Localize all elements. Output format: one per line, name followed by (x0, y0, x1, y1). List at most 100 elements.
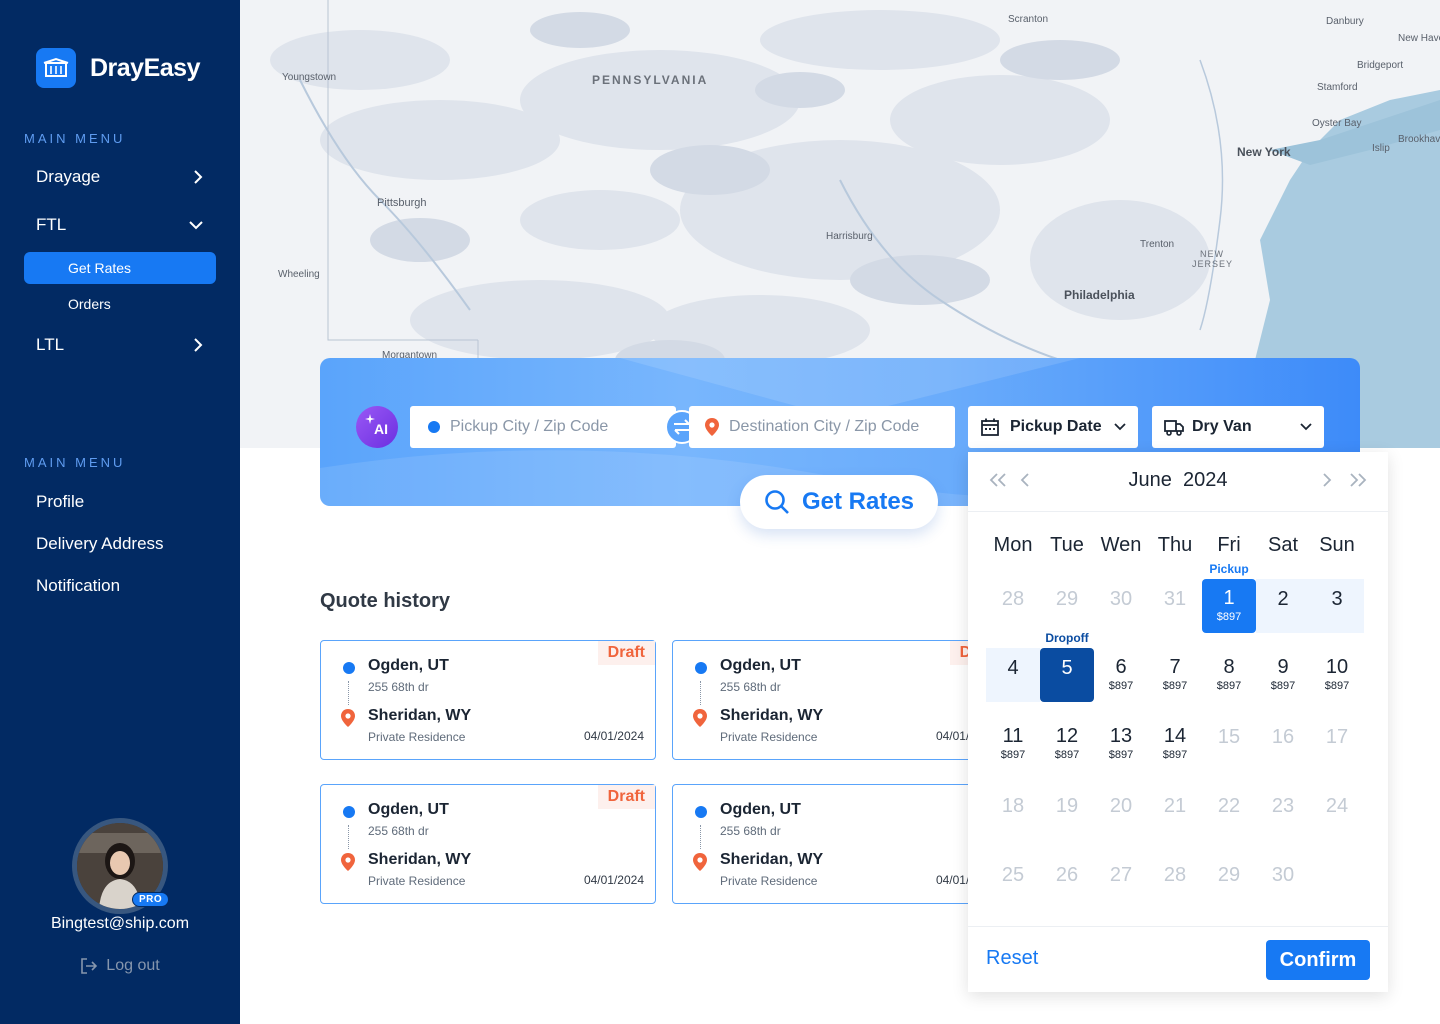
calendar-icon (981, 418, 999, 436)
origin-address: 255 68th dr (720, 824, 781, 838)
map-label-danbury: Danbury (1326, 16, 1364, 27)
origin-address: 255 68th dr (368, 824, 429, 838)
calendar-day: 16 (1256, 717, 1310, 771)
map-label-philadelphia: Philadelphia (1064, 288, 1135, 302)
calendar-day[interactable]: 6 $897 (1094, 648, 1148, 702)
quote-card[interactable]: Ogden, UT 255 68th dr Sheridan, WY Priva… (320, 640, 656, 760)
day-price: $897 (1162, 749, 1188, 761)
day-number: 9 (1277, 656, 1289, 678)
day-number: 28 (1163, 864, 1187, 886)
calendar-day[interactable]: 12 $897 (1040, 717, 1094, 771)
origin-city: Ogden, UT (368, 657, 449, 674)
calendar-day[interactable]: 4 (986, 648, 1040, 702)
origin-city: Ogden, UT (720, 657, 801, 674)
pickup-date-dropdown[interactable]: Pickup Date (968, 406, 1138, 448)
weekday-header: Tue (1050, 534, 1084, 556)
origin-address: 255 68th dr (720, 680, 781, 694)
destination-city: Sheridan, WY (368, 851, 472, 868)
sidebar-item-drayage[interactable]: Drayage (36, 167, 204, 187)
logout-button[interactable]: Log out (0, 957, 240, 975)
quote-card[interactable]: Ogden, UT 255 68th dr Sheridan, WY Priva… (672, 784, 1008, 904)
weekday-header: Sat (1267, 534, 1299, 556)
sidebar-item-delivery-address[interactable]: Delivery Address (36, 534, 204, 554)
calendar-day: 31 (1148, 579, 1202, 633)
pickup-input[interactable]: Pickup City / Zip Code (410, 406, 676, 448)
day-number: 26 (1055, 864, 1079, 886)
next-year-button[interactable] (1348, 470, 1368, 494)
calendar-day: 29 (1202, 855, 1256, 909)
calendar-month[interactable]: June (1129, 469, 1172, 491)
quote-card[interactable]: Ogden, UT 255 68th dr Sheridan, WY Priva… (672, 640, 1008, 760)
reset-button[interactable]: Reset (986, 947, 1038, 970)
brand-name: DrayEasy (90, 53, 200, 82)
day-number: 12 (1055, 725, 1079, 747)
calendar-day: 30 (1256, 855, 1310, 909)
map-label-pennsylvania: PENNSYLVANIA (592, 73, 709, 87)
confirm-button[interactable]: Confirm (1266, 940, 1370, 980)
chevron-down-icon (1114, 423, 1126, 431)
sidebar-subitem-orders[interactable]: Orders (24, 288, 216, 320)
sidebar-item-label: Delivery Address (36, 534, 164, 553)
calendar-day[interactable]: 10 $897 (1310, 648, 1364, 702)
sidebar-item-label: LTL (36, 335, 65, 354)
destination-input[interactable]: Destination City / Zip Code (689, 406, 955, 448)
route-connector (700, 825, 701, 849)
day-number: 20 (1109, 795, 1133, 817)
day-price: $897 (1054, 749, 1080, 761)
calendar-day[interactable]: 13 $897 (1094, 717, 1148, 771)
calendar-day[interactable]: 2 (1256, 579, 1310, 633)
equipment-label: Dry Van (1192, 418, 1252, 435)
calendar-day[interactable]: 11 $897 (986, 717, 1040, 771)
calendar-day[interactable]: 3 (1310, 579, 1364, 633)
day-number: 27 (1109, 864, 1133, 886)
next-month-button[interactable] (1322, 470, 1332, 494)
origin-dot-icon (343, 662, 355, 674)
day-price: $897 (1216, 680, 1242, 692)
calendar-day[interactable]: 5 Dropoff (1040, 631, 1094, 702)
weekday-header: Sun (1319, 534, 1355, 556)
day-number: 15 (1217, 726, 1241, 748)
chevron-right-icon (1323, 473, 1332, 487)
calendar-year[interactable]: 2024 (1183, 469, 1228, 491)
calendar-day[interactable]: 7 $897 (1148, 648, 1202, 702)
search-icon (765, 490, 789, 514)
sidebar-item-ltl[interactable]: LTL (36, 335, 204, 355)
pickup-dot-icon (428, 421, 440, 433)
calendar-day[interactable]: 9 $897 (1256, 648, 1310, 702)
map-pin-icon (705, 418, 719, 436)
brand-logo[interactable]: DrayEasy (36, 48, 200, 88)
route-connector (348, 825, 349, 849)
sidebar-item-ftl[interactable]: FTL (36, 215, 204, 235)
sidebar-subitem-get-rates[interactable]: Get Rates (24, 252, 216, 284)
get-rates-button[interactable]: Get Rates (740, 475, 938, 529)
calendar-day: 15 (1202, 717, 1256, 771)
day-number: 3 (1331, 588, 1343, 610)
day-price: $897 (1108, 680, 1134, 692)
calendar-day: 28 (986, 579, 1040, 633)
destination-address: Private Residence (720, 874, 818, 888)
calendar-day[interactable]: 1 $897 Pickup (1202, 562, 1256, 633)
calendar-day[interactable]: 14 $897 (1148, 717, 1202, 771)
chevron-down-icon (189, 221, 203, 230)
map-label-oyster-bay: Oyster Bay (1312, 118, 1362, 129)
day-number: 2 (1277, 588, 1289, 610)
calendar-day: 24 (1310, 786, 1364, 840)
quote-card[interactable]: Ogden, UT 255 68th dr Sheridan, WY Priva… (320, 784, 656, 904)
container-icon (36, 48, 76, 88)
sidebar-item-label: Profile (36, 492, 85, 511)
day-price: $897 (1108, 749, 1134, 761)
chevron-down-icon (1300, 423, 1312, 431)
sidebar-item-profile[interactable]: Profile (36, 492, 204, 512)
ai-assistant-button[interactable]: AI (356, 406, 398, 448)
day-price: $897 (1270, 680, 1296, 692)
get-rates-label: Get Rates (801, 488, 915, 515)
calendar-day[interactable]: 8 $897 (1202, 648, 1256, 702)
map-label-pittsburgh: Pittsburgh (377, 197, 427, 209)
sidebar-item-notification[interactable]: Notification (36, 576, 204, 596)
pickup-tag: Pickup (1209, 562, 1249, 576)
destination-address: Private Residence (368, 730, 466, 744)
day-number: 10 (1325, 656, 1349, 678)
quote-date: 04/01/2024 (583, 729, 644, 743)
equipment-dropdown[interactable]: Dry Van (1152, 406, 1324, 448)
day-number: 29 (1055, 588, 1079, 610)
